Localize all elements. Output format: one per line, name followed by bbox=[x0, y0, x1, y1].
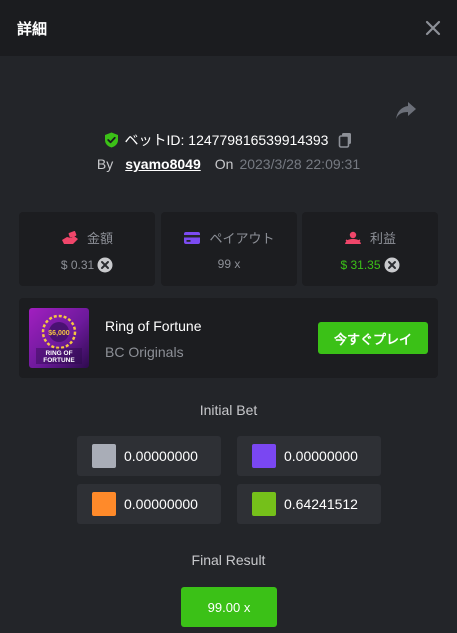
color-bet-purple: 0.00000000 bbox=[237, 436, 381, 476]
purple-bet-value: 0.00000000 bbox=[284, 448, 358, 464]
green-swatch bbox=[252, 492, 276, 516]
profit-user-icon bbox=[344, 231, 362, 245]
final-result-title: Final Result bbox=[191, 552, 266, 568]
share-icon[interactable] bbox=[394, 99, 418, 121]
orange-swatch bbox=[92, 492, 116, 516]
play-now-button[interactable]: 今すぐプレイ bbox=[318, 322, 428, 354]
by-label: By bbox=[96, 156, 114, 172]
grey-bet-value: 0.00000000 bbox=[124, 448, 198, 464]
amount-stat: 金額 $ 0.31 bbox=[19, 212, 155, 286]
coin-icon bbox=[384, 257, 400, 273]
thumb-prize-text: $6,000 bbox=[48, 330, 70, 337]
verified-shield-icon bbox=[104, 132, 119, 148]
dialog-header: 詳細 bbox=[0, 0, 457, 56]
bet-timestamp: 2023/3/28 22:09:31 bbox=[239, 156, 361, 172]
payout-value: 99 x bbox=[217, 257, 241, 271]
payout-stat: ペイアウト 99 x bbox=[161, 212, 297, 286]
final-result-badge: 99.00 x bbox=[181, 587, 277, 627]
color-bet-green: 0.64241512 bbox=[237, 484, 381, 524]
on-label: On bbox=[214, 156, 234, 172]
amount-value: $ 0.31 bbox=[60, 258, 95, 272]
profit-label: 利益 bbox=[369, 231, 396, 246]
grey-swatch bbox=[92, 444, 116, 468]
close-icon[interactable] bbox=[422, 17, 444, 39]
color-bet-orange: 0.00000000 bbox=[77, 484, 221, 524]
svg-text:RING OF: RING OF bbox=[45, 350, 72, 357]
username-link[interactable]: syamo8049 bbox=[125, 156, 201, 172]
color-bet-grey: 0.00000000 bbox=[77, 436, 221, 476]
copy-icon[interactable] bbox=[338, 132, 353, 148]
game-card: $6,000 RING OF FORTUNE Ring of Fortune B… bbox=[19, 298, 438, 378]
game-provider: BC Originals bbox=[105, 344, 184, 360]
purple-swatch bbox=[252, 444, 276, 468]
dialog-title: 詳細 bbox=[17, 21, 48, 38]
initial-bet-title: Initial Bet bbox=[199, 402, 258, 418]
payout-label: ペイアウト bbox=[209, 231, 275, 246]
game-name[interactable]: Ring of Fortune bbox=[105, 318, 202, 334]
coin-icon bbox=[97, 257, 113, 273]
amount-label: 金額 bbox=[86, 231, 113, 246]
amount-hand-icon bbox=[61, 230, 79, 245]
bet-id-text: ベットID: 124779816539914393 bbox=[124, 132, 329, 148]
profit-value: $ 31.35 bbox=[340, 258, 381, 272]
game-thumbnail[interactable]: $6,000 RING OF FORTUNE bbox=[29, 308, 89, 368]
card-icon bbox=[183, 231, 201, 245]
bet-id-row: ベットID: 124779816539914393 bbox=[0, 130, 457, 150]
byline-row: By syamo8049 On 2023/3/28 22:09:31 bbox=[0, 156, 457, 176]
profit-stat: 利益 $ 31.35 bbox=[302, 212, 438, 286]
svg-text:FORTUNE: FORTUNE bbox=[43, 357, 75, 364]
orange-bet-value: 0.00000000 bbox=[124, 496, 198, 512]
green-bet-value: 0.64241512 bbox=[284, 496, 358, 512]
